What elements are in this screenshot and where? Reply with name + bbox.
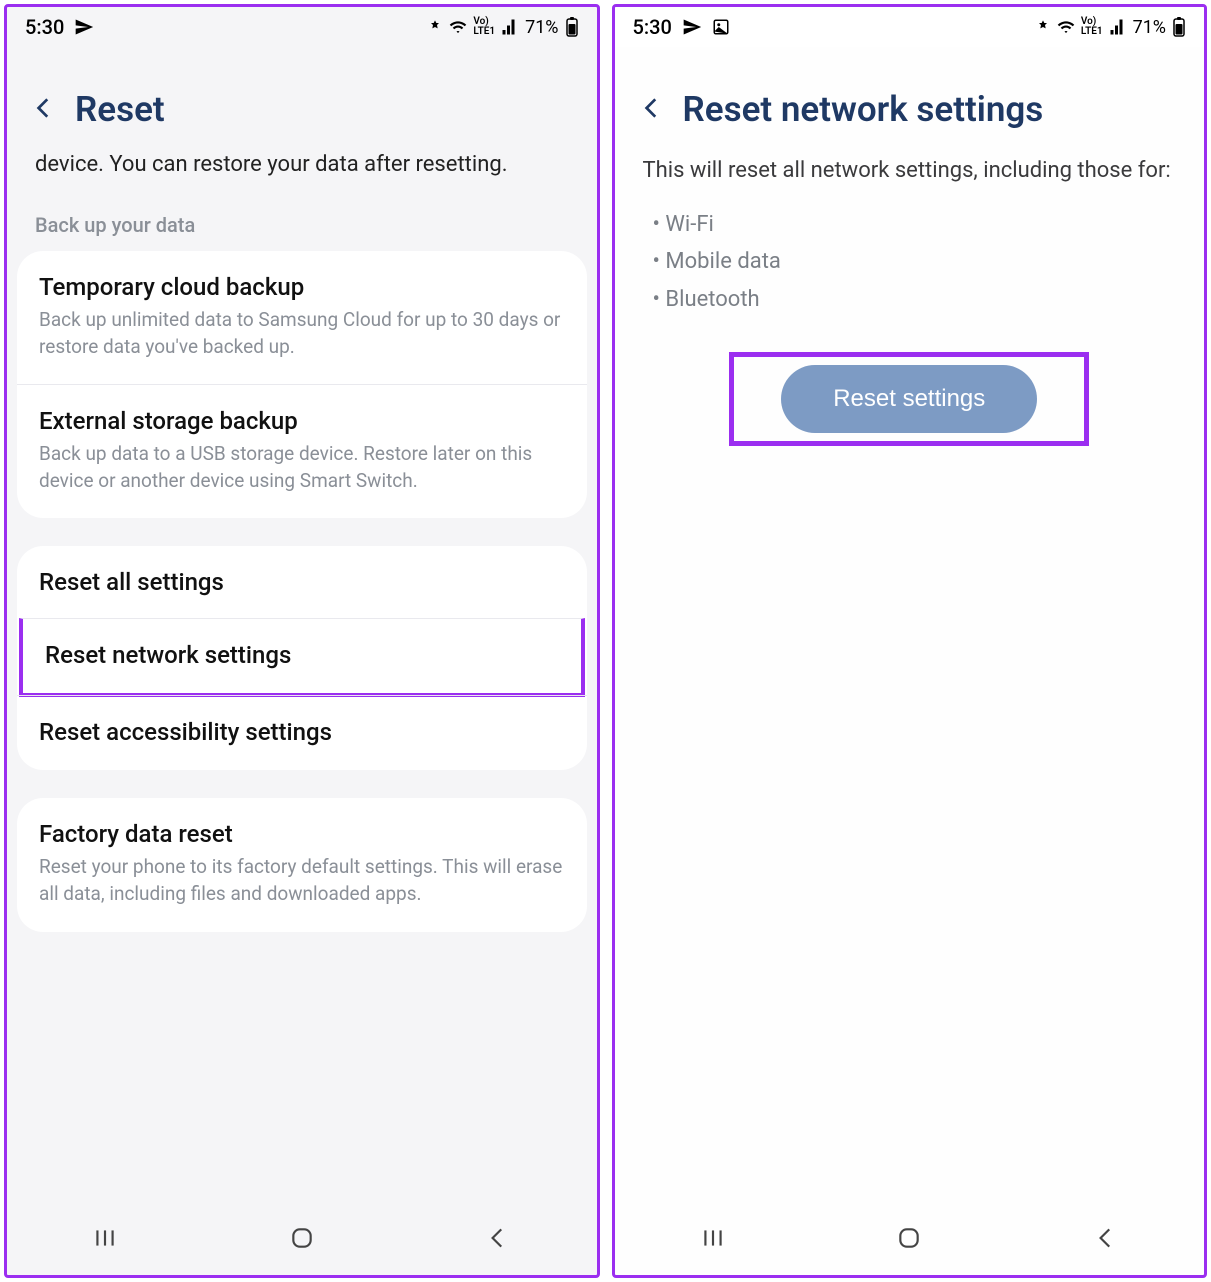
wifi-icon — [1057, 18, 1075, 36]
lte-indicator: Vo)LTE1 — [473, 17, 495, 37]
rns-intro: This will reset all network settings, in… — [615, 148, 1205, 196]
send-icon — [74, 17, 94, 37]
header: Reset — [7, 47, 597, 148]
image-icon — [712, 18, 730, 36]
reset-card: Reset all settings Reset network setting… — [17, 546, 587, 770]
item-title: Factory data reset — [39, 820, 565, 848]
send-icon — [682, 17, 702, 37]
status-bar: 5:30 Vo)LTE1 71% — [615, 7, 1205, 47]
wifi-icon — [449, 18, 467, 36]
bullet-mobile-data: Mobile data — [653, 243, 1177, 280]
recents-button[interactable] — [92, 1225, 118, 1255]
status-bar: 5:30 Vo)LTE1 71% — [7, 7, 597, 47]
item-desc: Reset your phone to its factory default … — [39, 854, 565, 907]
battery-saver-icon — [1035, 19, 1051, 35]
reset-network-settings[interactable]: Reset network settings — [19, 618, 585, 697]
external-storage-backup[interactable]: External storage backup Back up data to … — [17, 384, 587, 518]
back-button[interactable] — [485, 1225, 511, 1255]
battery-icon — [1172, 17, 1186, 37]
bullet-bluetooth: Bluetooth — [653, 281, 1177, 318]
header: Reset network settings — [615, 47, 1205, 148]
item-title: Reset network settings — [45, 641, 559, 669]
bullet-wifi: Wi-Fi — [653, 206, 1177, 243]
home-button[interactable] — [289, 1225, 315, 1255]
backup-card: Temporary cloud backup Back up unlimited… — [17, 251, 587, 518]
page-title: Reset network settings — [683, 89, 1044, 130]
back-button[interactable] — [1093, 1225, 1119, 1255]
nav-bar — [7, 1205, 597, 1275]
lte-indicator: Vo)LTE1 — [1081, 17, 1103, 37]
screen-reset: 5:30 Vo)LTE1 71% Reset device. You can r… — [4, 4, 600, 1278]
item-title: External storage backup — [39, 407, 565, 435]
reset-button-highlight: Reset settings — [729, 352, 1089, 446]
clock: 5:30 — [25, 15, 64, 39]
item-title: Temporary cloud backup — [39, 273, 565, 301]
item-desc: Back up unlimited data to Samsung Cloud … — [39, 307, 565, 360]
battery-percent: 71% — [525, 17, 558, 38]
section-label: Back up your data — [7, 191, 597, 251]
factory-data-reset[interactable]: Factory data reset Reset your phone to i… — [17, 798, 587, 931]
item-title: Reset all settings — [39, 568, 565, 596]
bullets: Wi-Fi Mobile data Bluetooth — [615, 196, 1205, 338]
item-desc: Back up data to a USB storage device. Re… — [39, 441, 565, 494]
reset-all-settings[interactable]: Reset all settings — [17, 546, 587, 620]
factory-card: Factory data reset Reset your phone to i… — [17, 798, 587, 931]
item-title: Reset accessibility settings — [39, 718, 565, 746]
page-title: Reset — [75, 89, 165, 130]
intro-text: device. You can restore your data after … — [7, 148, 597, 191]
signal-icon — [501, 18, 519, 36]
battery-icon — [565, 17, 579, 37]
battery-saver-icon — [427, 19, 443, 35]
back-icon[interactable] — [639, 95, 665, 125]
nav-bar — [615, 1205, 1205, 1275]
reset-accessibility-settings[interactable]: Reset accessibility settings — [17, 695, 587, 770]
screen-reset-network: 5:30 Vo)LTE1 71% Reset network settings … — [612, 4, 1208, 1278]
signal-icon — [1109, 18, 1127, 36]
reset-settings-button[interactable]: Reset settings — [781, 365, 1037, 433]
battery-percent: 71% — [1133, 17, 1166, 38]
back-icon[interactable] — [31, 95, 57, 125]
clock: 5:30 — [633, 15, 672, 39]
home-button[interactable] — [896, 1225, 922, 1255]
temp-cloud-backup[interactable]: Temporary cloud backup Back up unlimited… — [17, 251, 587, 384]
recents-button[interactable] — [700, 1225, 726, 1255]
